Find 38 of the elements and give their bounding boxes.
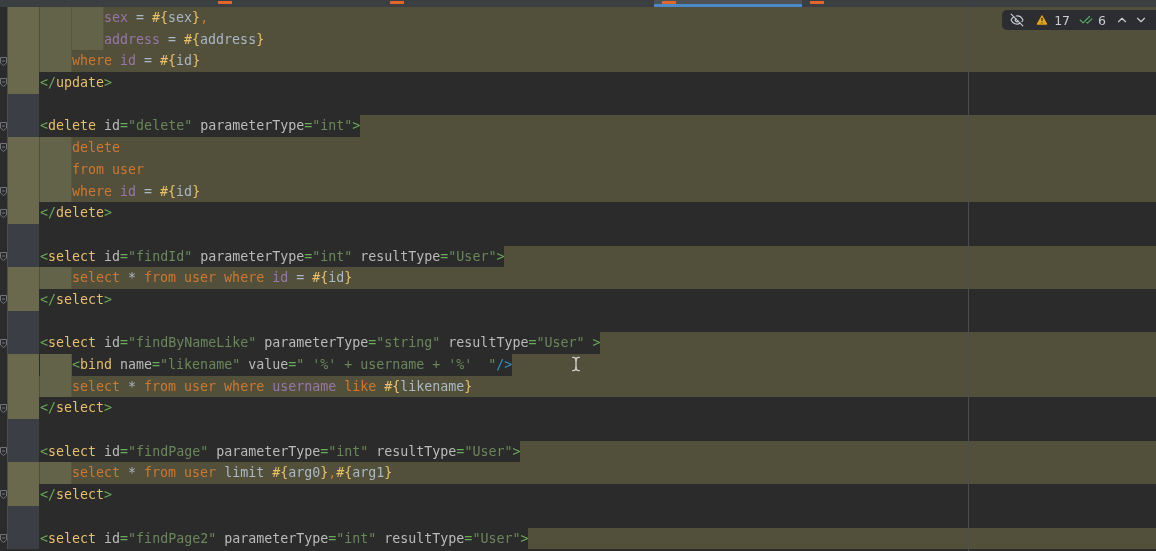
fold-marker-icon[interactable] [0,186,7,196]
code-line: select * from user where username like #{likename} [72,377,473,396]
file-icon [218,1,232,4]
code-line: where id = #{id} [72,182,201,201]
file-icon [810,1,824,4]
fold-marker-icon[interactable] [0,143,7,153]
code-line: from user [72,160,145,179]
check-icon [1079,13,1094,27]
fold-marker-icon[interactable] [0,403,7,413]
code-line: delete [72,139,121,158]
fold-marker-icon[interactable] [0,338,7,348]
code-line: </select> [40,399,113,418]
warning-icon [1035,13,1050,27]
fold-marker-icon[interactable] [0,78,7,88]
code-line: where id = #{id} [72,52,201,71]
file-icon [390,1,404,4]
fold-marker-icon[interactable] [0,121,7,131]
fold-marker-icon[interactable] [0,490,7,500]
code-line: </update> [40,74,113,93]
eye-off-icon[interactable] [1010,13,1025,27]
fold-marker-icon[interactable] [0,447,7,457]
editor-tab[interactable] [654,0,802,7]
warning-count[interactable]: 17 [1054,12,1071,28]
fold-marker-icon[interactable] [0,251,7,261]
code-line: </select> [40,486,113,505]
fold-marker-icon[interactable] [0,208,7,218]
weak-warning-count[interactable]: 6 [1098,12,1106,28]
code-line: </delete> [40,204,113,223]
code-line: </select> [40,290,113,309]
code-line: select * from user limit #{arg0},#{arg1} [72,464,393,483]
indent-guide [40,354,72,376]
fold-marker-icon[interactable] [0,295,7,305]
fold-marker-icon[interactable] [0,56,7,66]
code-line: address = #{address} [104,30,265,49]
file-icon [662,1,676,4]
code-line: select * from user where id = #{id} [72,269,353,288]
fold-marker-icon[interactable] [0,533,7,543]
code-line: sex = #{sex}, [104,9,209,27]
